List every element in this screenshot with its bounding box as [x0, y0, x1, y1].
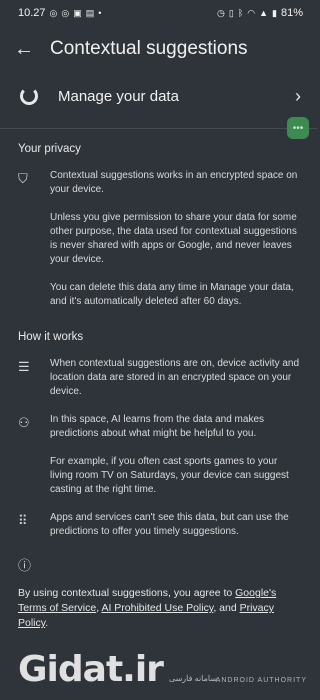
terms-and: , and [213, 602, 240, 614]
watermark-subtitle: سامانه فارسی [168, 674, 218, 683]
shield-icon: ⛉ [18, 171, 28, 186]
info-icon: ⓘ [18, 558, 32, 573]
battery-percent: 81% [280, 7, 303, 19]
page-title: Contextual suggestions [50, 38, 248, 59]
facebook-icon: ▣ [73, 7, 82, 18]
android-authority-badge: ANDROID AUTHORITY [215, 677, 307, 684]
how-paragraph: Apps and services can't see this data, b… [50, 512, 289, 537]
top-app-bar: ← Contextual suggestions [0, 26, 317, 72]
dot-icon: • [98, 7, 102, 18]
privacy-paragraph: Contextual suggestions works in an encry… [50, 170, 298, 195]
whatsapp-icon: ◎ [49, 7, 58, 18]
terms-end: . [45, 617, 49, 629]
info-item: ⓘ [0, 553, 317, 574]
back-arrow-icon[interactable]: ← [14, 38, 40, 61]
bluetooth-icon: ᛒ [237, 7, 244, 18]
floating-bubble-button[interactable]: ••• [287, 117, 309, 139]
section-title-privacy: Your privacy [18, 143, 81, 155]
person-add-icon: ⚇ [18, 415, 30, 430]
manage-data-label: Manage your data [58, 87, 179, 105]
section-title-how: How it works [18, 331, 84, 343]
privacy-paragraph: Unless you give permission to share your… [50, 212, 297, 265]
status-time: 10.27 [18, 7, 46, 19]
how-paragraph: When contextual suggestions are on, devi… [50, 358, 300, 397]
alarm-icon: ◷ [217, 7, 225, 18]
manage-data-row[interactable]: Manage your data › [0, 72, 317, 120]
how-item: ☰ When contextual suggestions are on, de… [0, 357, 317, 413]
how-paragraph: In this space, AI learns from the data a… [50, 414, 265, 439]
terms-prefix: By using contextual suggestions, you agr… [18, 587, 236, 599]
status-bar: 10.27 ◎ ◎ ▣ ▤ • ◷ ▯ ᛒ ◠ ▲ ▮ 81% [0, 0, 317, 26]
how-item: ⚇ In this space, AI learns from the data… [0, 413, 317, 511]
terms-text: By using contextual suggestions, you agr… [0, 586, 317, 631]
how-item: ⠿ Apps and services can't see this data,… [0, 511, 317, 553]
apps-grid-icon: ⠿ [18, 513, 28, 528]
chevron-right-icon: › [295, 85, 301, 106]
battery-icon: ▮ [272, 7, 277, 18]
status-left: 10.27 ◎ ◎ ▣ ▤ • [18, 7, 101, 19]
privacy-paragraph: You can delete this data any time in Man… [50, 282, 294, 307]
list-icon: ☰ [18, 359, 30, 374]
manage-data-icon [20, 87, 38, 105]
watermark-logo: Gidat.ir [18, 649, 164, 690]
signal-icon: ▲ [259, 7, 269, 18]
whatsapp-icon-2: ◎ [61, 7, 70, 18]
mail-icon: ▤ [85, 7, 95, 18]
how-paragraph: For example, if you often cast sports ga… [50, 456, 289, 495]
status-right: ◷ ▯ ᛒ ◠ ▲ ▮ 81% [217, 7, 303, 19]
vibrate-icon: ▯ [228, 7, 234, 18]
wifi-icon: ◠ [247, 7, 256, 18]
ai-policy-link[interactable]: AI Prohibited Use Policy [101, 602, 213, 614]
privacy-item: ⛉ Contextual suggestions works in an enc… [0, 169, 317, 323]
watermark: Gidat.ir سامانه فارسی [18, 649, 217, 690]
